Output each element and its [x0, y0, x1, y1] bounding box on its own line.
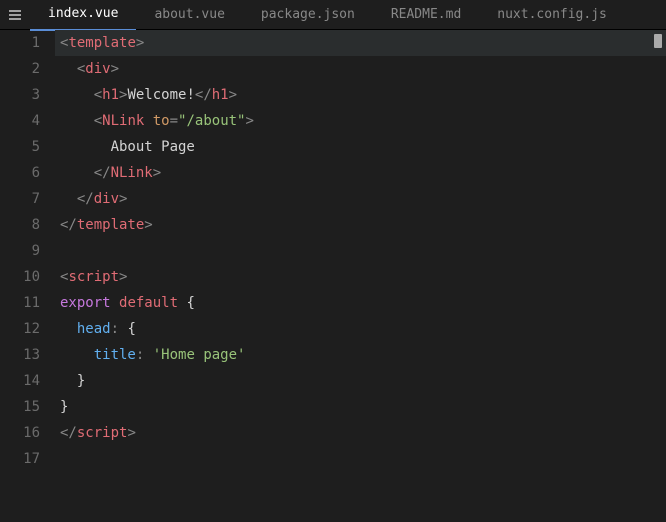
line-number: 16 [0, 420, 40, 446]
code-line: title: 'Home page' [55, 342, 666, 368]
code-area[interactable]: <template> <div> <h1>Welcome!</h1> <NLin… [55, 30, 666, 522]
tab-readme-md[interactable]: README.md [373, 0, 479, 30]
line-number: 10 [0, 264, 40, 290]
code-line [55, 238, 666, 264]
code-line: About Page [55, 134, 666, 160]
line-number: 3 [0, 82, 40, 108]
menu-icon[interactable] [0, 7, 30, 23]
line-number: 2 [0, 56, 40, 82]
line-number: 12 [0, 316, 40, 342]
tab-bar: index.vue about.vue package.json README.… [0, 0, 666, 30]
code-line: head: { [55, 316, 666, 342]
code-line: export default { [55, 290, 666, 316]
line-number: 1 [0, 30, 40, 56]
code-line: <div> [55, 56, 666, 82]
line-number: 9 [0, 238, 40, 264]
line-number: 17 [0, 446, 40, 472]
line-number: 7 [0, 186, 40, 212]
code-line [55, 446, 666, 472]
line-number: 15 [0, 394, 40, 420]
code-line: <template> [55, 30, 666, 56]
code-line: </div> [55, 186, 666, 212]
line-number: 4 [0, 108, 40, 134]
tab-index-vue[interactable]: index.vue [30, 0, 136, 31]
line-number: 6 [0, 160, 40, 186]
code-line: </script> [55, 420, 666, 446]
code-line: </template> [55, 212, 666, 238]
gutter: 1 2 3 4 5 6 7 8 9 10 11 12 13 14 15 16 1… [0, 30, 55, 522]
tab-package-json[interactable]: package.json [243, 0, 373, 30]
code-line: } [55, 394, 666, 420]
tab-about-vue[interactable]: about.vue [136, 0, 242, 30]
line-number: 5 [0, 134, 40, 160]
code-line: <script> [55, 264, 666, 290]
line-number: 13 [0, 342, 40, 368]
line-number: 11 [0, 290, 40, 316]
editor[interactable]: 1 2 3 4 5 6 7 8 9 10 11 12 13 14 15 16 1… [0, 30, 666, 522]
code-line: } [55, 368, 666, 394]
line-number: 14 [0, 368, 40, 394]
line-number: 8 [0, 212, 40, 238]
code-line: <NLink to="/about"> [55, 108, 666, 134]
code-line: </NLink> [55, 160, 666, 186]
code-line: <h1>Welcome!</h1> [55, 82, 666, 108]
tab-nuxt-config[interactable]: nuxt.config.js [479, 0, 625, 30]
